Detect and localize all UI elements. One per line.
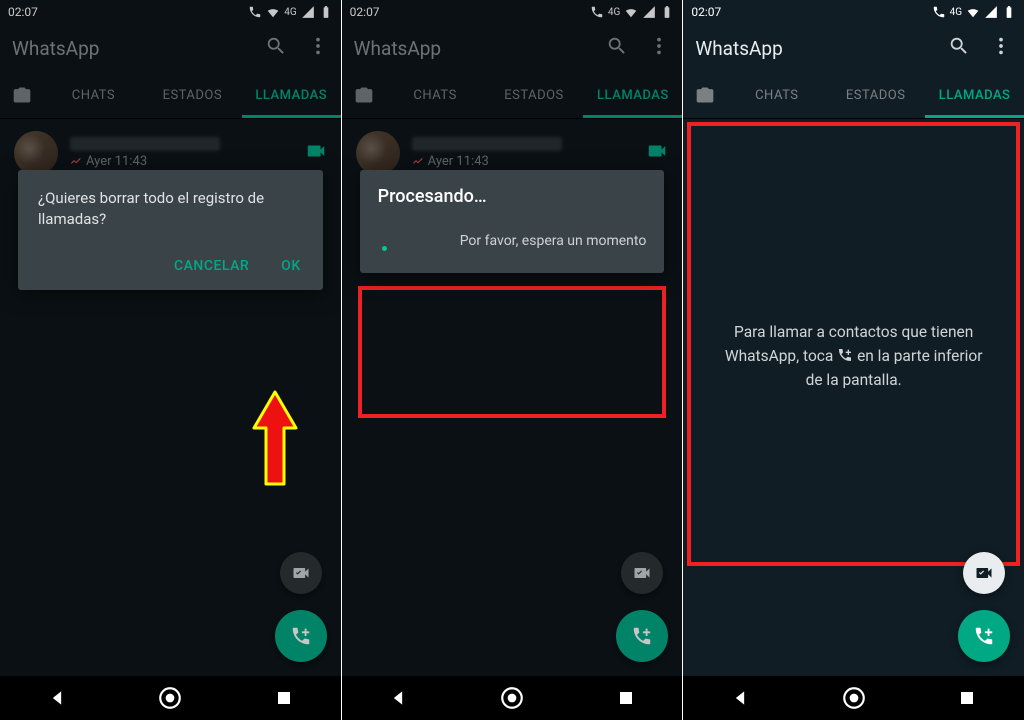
search-icon[interactable] [606, 35, 628, 61]
tab-chats[interactable]: CHATS [386, 72, 485, 118]
contact-name-blurred [412, 137, 562, 151]
screenshot-3: 02:07 4G WhatsApp CHATS ESTADOS LLAMADAS [683, 0, 1024, 720]
tab-calls[interactable]: LLAMADAS [242, 72, 341, 118]
tab-camera[interactable] [0, 72, 44, 118]
phone-status-icon [932, 5, 946, 19]
battery-icon [660, 5, 674, 19]
call-time: Ayer 11:43 [428, 154, 489, 169]
signal-icon [301, 5, 315, 19]
signal-icon [642, 5, 656, 19]
tab-camera[interactable] [683, 72, 727, 118]
phone-status-icon [590, 5, 604, 19]
tabs: CHATS ESTADOS LLAMADAS [342, 72, 683, 119]
empty-line-3: de la pantalla. [806, 371, 902, 389]
empty-state-message: Para llamar a contactos que tienen Whats… [703, 320, 1004, 392]
tabs: CHATS ESTADOS LLAMADAS [0, 72, 341, 119]
nav-home[interactable] [841, 685, 867, 711]
avatar [14, 131, 58, 175]
new-call-fab[interactable] [275, 610, 327, 662]
nav-home[interactable] [157, 685, 183, 711]
dialog-subtitle: Por favor, espera un momento [378, 233, 647, 249]
tab-status[interactable]: ESTADOS [143, 72, 242, 118]
app-title: WhatsApp [695, 37, 782, 60]
new-call-inline-icon [837, 347, 853, 363]
network-label: 4G [608, 7, 620, 18]
search-icon[interactable] [948, 35, 970, 61]
annotation-arrow [250, 390, 300, 490]
wifi-icon [966, 5, 980, 19]
battery-icon [1002, 5, 1016, 19]
battery-icon [319, 5, 333, 19]
search-icon[interactable] [265, 35, 287, 61]
missed-call-icon [412, 156, 424, 168]
video-call-icon[interactable] [646, 140, 668, 166]
more-icon[interactable] [648, 35, 670, 61]
call-time: Ayer 11:43 [86, 154, 147, 169]
app-title: WhatsApp [354, 37, 441, 60]
tab-calls[interactable]: LLAMADAS [925, 72, 1024, 118]
avatar [356, 131, 400, 175]
network-label: 4G [950, 7, 962, 18]
status-bar: 02:07 4G [683, 0, 1024, 24]
nav-recents[interactable] [613, 685, 639, 711]
ok-button[interactable]: OK [279, 252, 303, 280]
more-icon[interactable] [990, 35, 1012, 61]
new-call-fab[interactable] [958, 610, 1010, 662]
phone-status-icon [248, 5, 262, 19]
empty-line-1: Para llamar a contactos que tienen [734, 323, 973, 341]
more-icon[interactable] [307, 35, 329, 61]
processing-dialog: Procesando… Por favor, espera un momento [360, 170, 665, 273]
nav-back[interactable] [44, 685, 70, 711]
wifi-icon [624, 5, 638, 19]
empty-line-2b: en la parte inferior [857, 347, 982, 365]
contact-name-blurred [70, 137, 220, 151]
tab-chats[interactable]: CHATS [44, 72, 143, 118]
nav-recents[interactable] [954, 685, 980, 711]
screenshot-2: 02:07 4G WhatsApp CHATS E [342, 0, 684, 720]
delete-dialog: ¿Quieres borrar todo el registro de llam… [18, 170, 323, 290]
new-call-fab[interactable] [616, 610, 668, 662]
cancel-button[interactable]: CANCELAR [172, 252, 251, 280]
dialog-title: Procesando… [378, 186, 647, 207]
signal-icon [984, 5, 998, 19]
screenshot-1: 02:07 4G WhatsApp CHATS E [0, 0, 342, 720]
tab-chats[interactable]: CHATS [727, 72, 826, 118]
annotation-frame [358, 286, 667, 418]
video-call-icon[interactable] [305, 140, 327, 166]
wifi-icon [266, 5, 280, 19]
tab-camera[interactable] [342, 72, 386, 118]
app-title: WhatsApp [12, 37, 99, 60]
tab-status[interactable]: ESTADOS [485, 72, 584, 118]
nav-recents[interactable] [271, 685, 297, 711]
tab-calls[interactable]: LLAMADAS [583, 72, 682, 118]
app-bar: WhatsApp [683, 24, 1024, 72]
nav-bar [0, 676, 341, 720]
nav-home[interactable] [499, 685, 525, 711]
status-time: 02:07 [350, 5, 380, 19]
video-link-fab[interactable] [280, 552, 322, 594]
nav-bar [683, 676, 1024, 720]
tab-status[interactable]: ESTADOS [826, 72, 925, 118]
missed-call-icon [70, 156, 82, 168]
nav-back[interactable] [727, 685, 753, 711]
app-bar: WhatsApp [342, 24, 683, 72]
network-label: 4G [284, 7, 296, 18]
empty-line-2a: WhatsApp, toca [725, 347, 834, 365]
status-time: 02:07 [691, 5, 721, 19]
app-bar: WhatsApp [0, 24, 341, 72]
status-bar: 02:07 4G [342, 0, 683, 24]
nav-bar [342, 676, 683, 720]
video-link-fab[interactable] [621, 552, 663, 594]
tabs: CHATS ESTADOS LLAMADAS [683, 72, 1024, 119]
spinner-dot [382, 246, 387, 251]
dialog-message: ¿Quieres borrar todo el registro de llam… [38, 188, 303, 230]
video-link-fab[interactable] [963, 552, 1005, 594]
nav-back[interactable] [385, 685, 411, 711]
status-time: 02:07 [8, 5, 38, 19]
status-bar: 02:07 4G [0, 0, 341, 24]
